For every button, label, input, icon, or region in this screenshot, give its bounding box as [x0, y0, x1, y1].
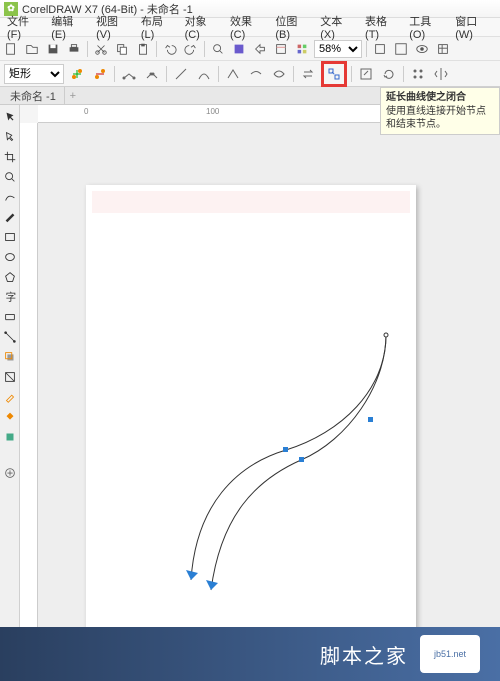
reverse-direction-icon[interactable]	[298, 64, 318, 84]
drawn-curves[interactable]	[86, 185, 416, 665]
canvas-background[interactable]	[38, 123, 500, 665]
fullscreen-icon[interactable]	[392, 40, 410, 58]
separator	[293, 66, 294, 82]
property-toolbar: 矩形	[0, 61, 500, 87]
options-icon[interactable]	[434, 40, 452, 58]
text-tool-icon[interactable]: 字	[2, 289, 18, 305]
workspace: 字 0 100	[0, 105, 500, 665]
ellipse-tool-icon[interactable]	[2, 249, 18, 265]
separator	[351, 66, 352, 82]
footer-logo: jb51.net	[420, 635, 480, 673]
polygon-tool-icon[interactable]	[2, 269, 18, 285]
shape-tool-icon[interactable]	[2, 129, 18, 145]
tooltip: 延长曲线使之闭合 使用直线连接开始节点和结束节点。	[380, 87, 500, 135]
menu-text[interactable]: 文本(X)	[315, 12, 360, 42]
footer-text: 脚本之家	[320, 640, 408, 669]
separator	[114, 66, 115, 82]
search-icon[interactable]	[209, 40, 227, 58]
pick-tool-icon[interactable]	[2, 109, 18, 125]
freehand-tool-icon[interactable]	[2, 189, 18, 205]
import-icon[interactable]	[230, 40, 248, 58]
page[interactable]	[86, 185, 416, 665]
export-icon[interactable]	[251, 40, 269, 58]
menu-bar: 文件(F) 编辑(E) 视图(V) 布局(L) 对象(C) 效果(C) 位图(B…	[0, 18, 500, 37]
cusp-node-icon[interactable]	[223, 64, 243, 84]
menu-bitmap[interactable]: 位图(B)	[270, 12, 315, 42]
join-nodes-icon[interactable]	[119, 64, 139, 84]
separator	[156, 41, 157, 57]
publish-icon[interactable]	[272, 40, 290, 58]
smart-fill-icon[interactable]	[2, 429, 18, 445]
menu-effect[interactable]: 效果(C)	[225, 12, 270, 42]
reflect-nodes-icon[interactable]	[431, 64, 451, 84]
separator	[403, 66, 404, 82]
symmetric-node-icon[interactable]	[269, 64, 289, 84]
redo-icon[interactable]	[182, 40, 200, 58]
menu-view[interactable]: 视图(V)	[91, 12, 136, 42]
menu-window[interactable]: 窗口(W)	[450, 12, 498, 42]
vertical-ruler[interactable]	[20, 123, 38, 665]
zoom-tool-icon[interactable]	[2, 169, 18, 185]
align-nodes-icon[interactable]	[408, 64, 428, 84]
drop-shadow-icon[interactable]	[2, 349, 18, 365]
crop-tool-icon[interactable]	[2, 149, 18, 165]
new-icon[interactable]	[2, 40, 20, 58]
paste-icon[interactable]	[134, 40, 152, 58]
print-icon[interactable]	[65, 40, 83, 58]
cut-icon[interactable]	[92, 40, 110, 58]
expand-toolbox-icon[interactable]	[2, 465, 18, 481]
menu-layout[interactable]: 布局(L)	[136, 12, 180, 42]
snap-icon[interactable]	[371, 40, 389, 58]
copy-icon[interactable]	[113, 40, 131, 58]
document-tab[interactable]: 未命名 -1	[2, 87, 65, 105]
shape-mode-select[interactable]: 矩形	[4, 64, 64, 84]
toolbox: 字	[0, 105, 20, 665]
undo-icon[interactable]	[161, 40, 179, 58]
svg-text:字: 字	[5, 291, 16, 304]
extract-subpath-icon[interactable]	[356, 64, 376, 84]
artistic-media-icon[interactable]	[2, 209, 18, 225]
transparency-tool-icon[interactable]	[2, 369, 18, 385]
to-curve-icon[interactable]	[194, 64, 214, 84]
connector-tool-icon[interactable]	[2, 329, 18, 345]
menu-edit[interactable]: 编辑(E)	[46, 12, 91, 42]
menu-tools[interactable]: 工具(O)	[404, 12, 450, 42]
add-tab-button[interactable]: +	[65, 90, 81, 102]
ruler-mark: 0	[84, 107, 88, 116]
parallel-dim-icon[interactable]	[2, 309, 18, 325]
separator	[204, 41, 205, 57]
break-node-icon[interactable]	[142, 64, 162, 84]
separator	[218, 66, 219, 82]
to-line-icon[interactable]	[171, 64, 191, 84]
smooth-node-icon[interactable]	[246, 64, 266, 84]
zoom-select[interactable]: 58%	[314, 40, 362, 58]
open-icon[interactable]	[23, 40, 41, 58]
highlighted-button	[321, 61, 347, 87]
watermark-footer: 脚本之家 jb51.net	[0, 627, 500, 681]
app-launcher-icon[interactable]	[293, 40, 311, 58]
eyedropper-icon[interactable]	[2, 389, 18, 405]
separator	[366, 41, 367, 57]
interactive-fill-icon[interactable]	[2, 409, 18, 425]
extend-curve-close-icon[interactable]	[324, 64, 344, 84]
rectangle-tool-icon[interactable]	[2, 229, 18, 245]
rotate-icon[interactable]	[379, 64, 399, 84]
add-node-icon[interactable]	[67, 64, 87, 84]
delete-node-icon[interactable]	[90, 64, 110, 84]
menu-object[interactable]: 对象(C)	[180, 12, 225, 42]
separator	[166, 66, 167, 82]
separator	[87, 41, 88, 57]
tooltip-title: 延长曲线使之闭合	[386, 91, 494, 104]
menu-table[interactable]: 表格(T)	[360, 12, 404, 42]
save-icon[interactable]	[44, 40, 62, 58]
preview-icon[interactable]	[413, 40, 431, 58]
ruler-mark: 100	[206, 107, 219, 116]
tooltip-body: 使用直线连接开始节点和结束节点。	[386, 105, 494, 131]
menu-file[interactable]: 文件(F)	[2, 12, 46, 42]
canvas-area: 0 100	[20, 105, 500, 665]
